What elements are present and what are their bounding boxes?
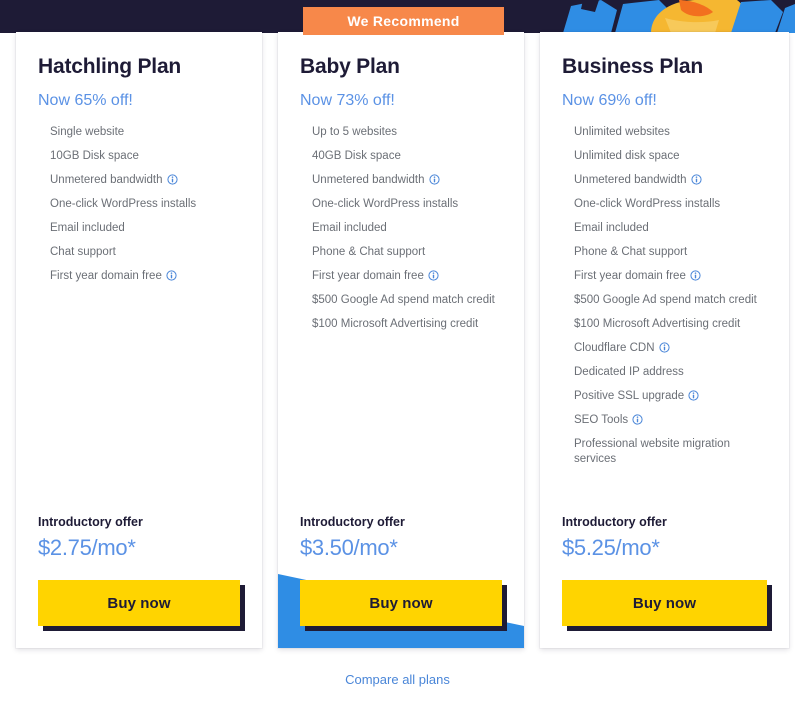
feature-item: Email included bbox=[38, 221, 240, 245]
feature-label: Unmetered bandwidth bbox=[50, 174, 163, 186]
feature-label: Unmetered bandwidth bbox=[312, 174, 425, 186]
plan-price: $3.50/mo* bbox=[300, 535, 398, 560]
card-footer: Introductory offer $5.25/mo* Buy now bbox=[540, 514, 789, 648]
feature-item: First year domain free bbox=[38, 269, 240, 293]
info-icon[interactable] bbox=[690, 174, 702, 185]
info-icon[interactable] bbox=[166, 174, 178, 185]
feature-label: $500 Google Ad spend match credit bbox=[312, 294, 495, 306]
feature-label: Up to 5 websites bbox=[312, 126, 398, 138]
compare-all-plans-link[interactable]: Compare all plans bbox=[0, 672, 795, 687]
buy-now-button[interactable]: Buy now bbox=[38, 580, 240, 626]
feature-label: Phone & Chat support bbox=[574, 246, 688, 258]
feature-label: Unlimited websites bbox=[574, 126, 670, 138]
feature-list: Up to 5 websites 40GB Disk space Unmetered… bbox=[300, 125, 502, 341]
feature-item: Unlimited websites bbox=[562, 125, 767, 149]
feature-label: $100 Microsoft Advertising credit bbox=[312, 318, 479, 330]
feature-label: Email included bbox=[574, 222, 649, 234]
feature-label: Phone & Chat support bbox=[312, 246, 426, 258]
plan-title: Baby Plan bbox=[300, 55, 400, 78]
info-icon[interactable] bbox=[166, 270, 177, 281]
feature-label: Cloudflare CDN bbox=[574, 342, 655, 354]
plan-title: Business Plan bbox=[562, 55, 703, 78]
feature-item: $500 Google Ad spend match credit bbox=[562, 293, 767, 317]
feature-list: Unlimited websites Unlimited disk space Un… bbox=[562, 125, 767, 476]
info-icon[interactable] bbox=[428, 174, 440, 185]
feature-label: Unmetered bandwidth bbox=[574, 174, 687, 186]
feature-label: 10GB Disk space bbox=[50, 150, 139, 162]
feature-label: Dedicated IP address bbox=[574, 366, 684, 378]
feature-item: Unmetered bandwidth bbox=[562, 173, 767, 197]
plan-discount: Now 69% off! bbox=[562, 92, 657, 109]
feature-label: One-click WordPress installs bbox=[574, 198, 721, 210]
feature-item: One-click WordPress installs bbox=[38, 197, 240, 221]
info-icon[interactable] bbox=[428, 270, 439, 281]
pricing-card-hatchling: Hatchling Plan Now 65% off! Single websi… bbox=[16, 32, 262, 648]
offer-label: Introductory offer bbox=[562, 515, 667, 529]
feature-label: 40GB Disk space bbox=[312, 150, 401, 162]
plan-discount: Now 65% off! bbox=[38, 92, 133, 109]
feature-item: 40GB Disk space bbox=[300, 149, 502, 173]
feature-item: One-click WordPress installs bbox=[300, 197, 502, 221]
plan-price: $2.75/mo* bbox=[38, 535, 136, 560]
feature-item: Cloudflare CDN bbox=[562, 341, 767, 365]
feature-item: Up to 5 websites bbox=[300, 125, 502, 149]
plan-title: Hatchling Plan bbox=[38, 55, 182, 78]
feature-label: $100 Microsoft Advertising credit bbox=[574, 318, 741, 330]
feature-label: Chat support bbox=[50, 246, 116, 258]
feature-label: Single website bbox=[50, 126, 125, 138]
feature-item: SEO Tools bbox=[562, 413, 767, 437]
feature-label: $500 Google Ad spend match credit bbox=[574, 294, 757, 306]
pricing-cards: Hatchling Plan Now 65% off! Single websi… bbox=[0, 0, 795, 720]
feature-list: Single website 10GB Disk space Unmetered b… bbox=[38, 125, 240, 293]
feature-item: Chat support bbox=[38, 245, 240, 269]
feature-item: Professional website migration services bbox=[562, 437, 767, 476]
card-footer: Introductory offer $2.75/mo* Buy now bbox=[16, 514, 262, 648]
feature-item: Single website bbox=[38, 125, 240, 149]
feature-label: Email included bbox=[312, 222, 387, 234]
feature-item: Positive SSL upgrade bbox=[562, 389, 767, 413]
info-icon[interactable] bbox=[632, 414, 643, 425]
feature-label: SEO Tools bbox=[574, 414, 629, 426]
feature-label: Unlimited disk space bbox=[574, 150, 680, 162]
buy-now-button[interactable]: Buy now bbox=[562, 580, 767, 626]
feature-label: First year domain free bbox=[312, 270, 424, 282]
info-icon[interactable] bbox=[688, 390, 699, 401]
feature-item: First year domain free bbox=[562, 269, 767, 293]
feature-label: Professional website migration services bbox=[574, 438, 730, 465]
pricing-card-business: Business Plan Now 69% off! Unlimited web… bbox=[540, 32, 789, 648]
feature-item: Unmetered bandwidth bbox=[300, 173, 502, 197]
feature-item: Phone & Chat support bbox=[562, 245, 767, 269]
feature-item: $100 Microsoft Advertising credit bbox=[562, 317, 767, 341]
feature-item: 10GB Disk space bbox=[38, 149, 240, 173]
pricing-card-baby: Baby Plan Now 73% off! Up to 5 websites 4… bbox=[278, 32, 524, 648]
feature-label: Email included bbox=[50, 222, 125, 234]
feature-item: $500 Google Ad spend match credit bbox=[300, 293, 502, 317]
feature-item: $100 Microsoft Advertising credit bbox=[300, 317, 502, 341]
offer-label: Introductory offer bbox=[300, 515, 405, 529]
feature-item: Unmetered bandwidth bbox=[38, 173, 240, 197]
feature-item: Dedicated IP address bbox=[562, 365, 767, 389]
feature-label: First year domain free bbox=[574, 270, 686, 282]
info-icon[interactable] bbox=[658, 342, 670, 353]
feature-item: Phone & Chat support bbox=[300, 245, 502, 269]
info-icon[interactable] bbox=[690, 270, 701, 281]
feature-item: Email included bbox=[300, 221, 502, 245]
plan-discount: Now 73% off! bbox=[300, 92, 395, 109]
feature-label: First year domain free bbox=[50, 270, 162, 282]
offer-label: Introductory offer bbox=[38, 515, 143, 529]
plan-price: $5.25/mo* bbox=[562, 535, 660, 560]
feature-item: First year domain free bbox=[300, 269, 502, 293]
buy-now-button[interactable]: Buy now bbox=[300, 580, 502, 626]
feature-item: Unlimited disk space bbox=[562, 149, 767, 173]
feature-item: Email included bbox=[562, 221, 767, 245]
feature-label: Positive SSL upgrade bbox=[574, 390, 685, 402]
feature-item: One-click WordPress installs bbox=[562, 197, 767, 221]
recommend-badge: We Recommend bbox=[303, 7, 504, 35]
card-footer: Introductory offer $3.50/mo* Buy now bbox=[278, 514, 524, 648]
feature-label: One-click WordPress installs bbox=[312, 198, 459, 210]
feature-label: One-click WordPress installs bbox=[50, 198, 197, 210]
